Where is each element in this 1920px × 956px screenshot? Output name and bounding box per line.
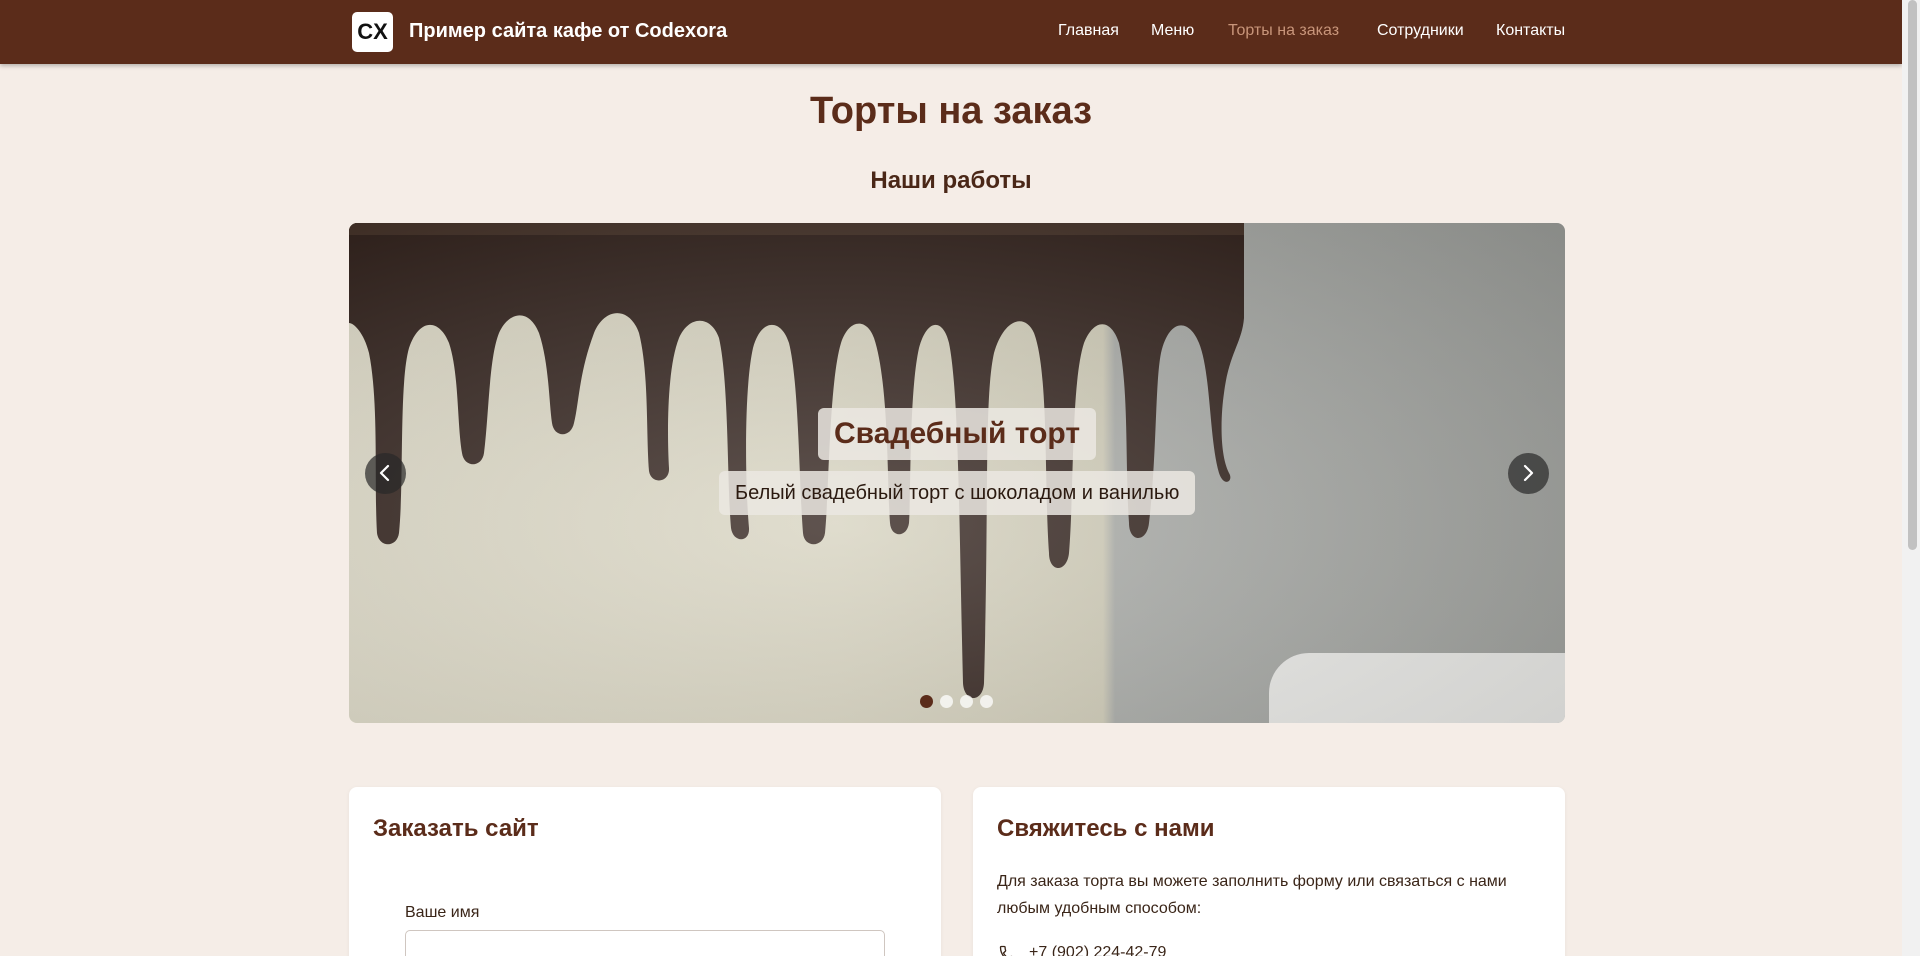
slide-description: Белый свадебный торт с шоколадом и ванил…: [719, 471, 1196, 515]
name-field-label: Ваше имя: [405, 904, 480, 921]
carousel-dot-1[interactable]: [920, 695, 933, 708]
contact-card-title: Свяжитесь с нами: [997, 815, 1215, 842]
site-header: CX Пример сайта кафе от Codexora Главная…: [0, 0, 1902, 64]
carousel-dot-3[interactable]: [960, 695, 973, 708]
nav-item-menu[interactable]: Меню: [1151, 22, 1194, 40]
page-scrollbar[interactable]: [1902, 0, 1920, 956]
nav-item-custom-cakes[interactable]: Торты на заказ: [1228, 22, 1339, 40]
phone-link[interactable]: +7 (902) 224-42-79: [1029, 944, 1166, 956]
name-input[interactable]: [405, 930, 885, 956]
order-card-title: Заказать сайт: [373, 815, 539, 842]
scrollbar-thumb[interactable]: [1908, 0, 1917, 550]
carousel-next-button[interactable]: [1508, 453, 1549, 494]
carousel-prev-button[interactable]: [365, 453, 406, 494]
carousel-dot-2[interactable]: [940, 695, 953, 708]
nav-item-home[interactable]: Главная: [1058, 22, 1119, 40]
chevron-left-icon: [379, 464, 390, 482]
nav-item-staff[interactable]: Сотрудники: [1377, 22, 1464, 40]
carousel-dot-4[interactable]: [980, 695, 993, 708]
contact-description: Для заказа торта вы можете заполнить фор…: [997, 873, 1507, 917]
chevron-right-icon: [1523, 464, 1534, 482]
slide-title: Свадебный торт: [818, 408, 1097, 460]
page-title: Торты на заказ: [809, 90, 1093, 132]
contact-card: Свяжитесь с нами Для заказа торта вы мож…: [973, 787, 1565, 956]
section-title: Наши работы: [870, 167, 1032, 194]
image-carousel: Свадебный торт Белый свадебный торт с шо…: [349, 223, 1565, 723]
order-card: Заказать сайт Ваше имя: [349, 787, 941, 956]
phone-icon: [999, 945, 1013, 956]
main-nav: Главная Меню Торты на заказ Сотрудники К…: [0, 22, 1902, 42]
nav-item-contacts[interactable]: Контакты: [1496, 22, 1565, 40]
